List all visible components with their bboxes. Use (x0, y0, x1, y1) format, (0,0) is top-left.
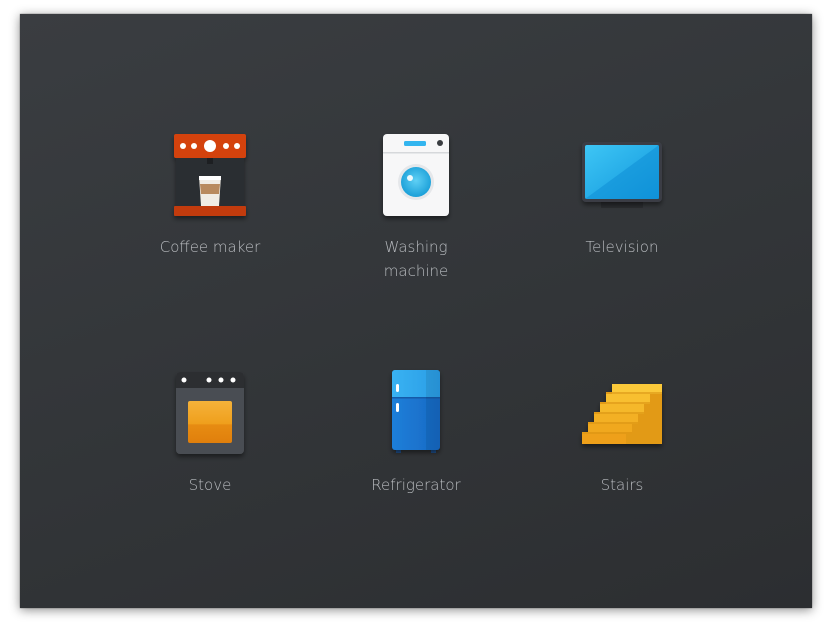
tile-stove[interactable]: Stove (130, 370, 290, 540)
icon-gallery-panel: Coffee maker Washing machine Television … (20, 14, 812, 608)
tile-coffee-maker[interactable]: Coffee maker (130, 132, 290, 302)
label-washing-machine: Washing machine (383, 238, 449, 280)
stairs-icon (582, 370, 662, 450)
label-stairs: Stairs (600, 476, 644, 494)
coffee-maker-icon (170, 132, 250, 216)
washing-machine-icon (376, 132, 456, 216)
tile-television[interactable]: Television (542, 132, 702, 302)
television-icon (582, 132, 662, 212)
stove-icon (170, 370, 250, 454)
label-refrigerator: Refrigerator (371, 476, 461, 494)
label-television: Television (585, 238, 659, 256)
label-stove: Stove (188, 476, 232, 494)
label-coffee-maker: Coffee maker (159, 238, 261, 256)
tile-refrigerator[interactable]: Refrigerator (336, 370, 496, 540)
tile-washing-machine[interactable]: Washing machine (336, 132, 496, 302)
refrigerator-icon (376, 370, 456, 453)
tile-stairs[interactable]: Stairs (542, 370, 702, 540)
